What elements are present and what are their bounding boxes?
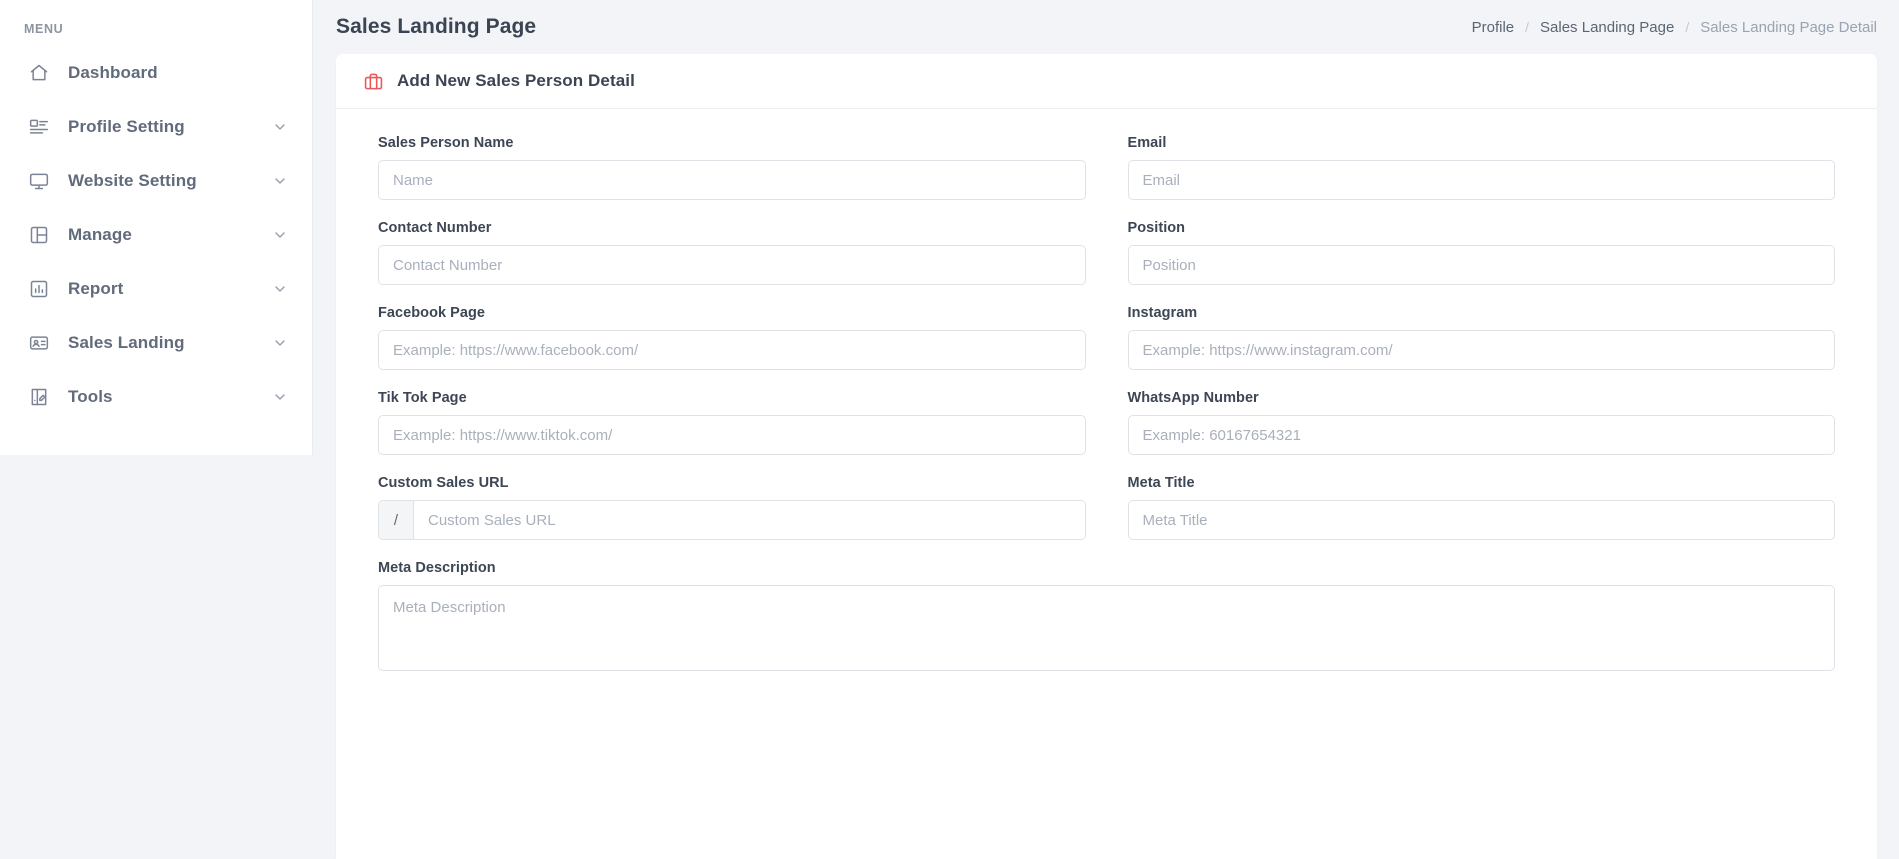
monitor-icon <box>28 170 50 192</box>
sidebar-item-sales-landing[interactable]: Sales Landing <box>0 316 312 370</box>
sidebar-item-manage[interactable]: Manage <box>0 208 312 262</box>
input-meta-description[interactable] <box>378 585 1835 671</box>
sidebar-item-label: Tools <box>68 387 113 406</box>
chevron-down-icon[interactable] <box>272 281 288 297</box>
chevron-down-icon[interactable] <box>272 335 288 351</box>
id-card-icon <box>28 332 50 354</box>
bar-chart-icon <box>28 278 50 300</box>
page-title: Sales Landing Page <box>336 15 537 38</box>
sidebar: MENU Dashboard Profile Setting Website Set… <box>0 0 313 455</box>
field-email: Email <box>1127 135 1835 200</box>
field-position: Position <box>1127 220 1835 285</box>
profile-icon <box>28 116 50 138</box>
label-custom-sales-url: Custom Sales URL <box>378 475 509 491</box>
input-facebook-page[interactable] <box>378 330 1086 370</box>
book-tools-icon <box>28 386 50 408</box>
breadcrumb-separator: / <box>1685 19 1690 35</box>
input-custom-sales-url[interactable] <box>414 501 1085 539</box>
input-tik-tok-page[interactable] <box>378 415 1086 455</box>
card-title: Add New Sales Person Detail <box>397 71 635 90</box>
app-root: MENU Dashboard Profile Setting Website Set… <box>0 0 1899 859</box>
input-whatsapp-number[interactable] <box>1127 415 1835 455</box>
chevron-down-icon[interactable] <box>272 389 288 405</box>
sidebar-item-profile-setting[interactable]: Profile Setting <box>0 100 312 154</box>
chevron-down-icon[interactable] <box>272 119 288 135</box>
input-prefix-custom-sales-url: / <box>379 501 414 539</box>
topbar: Sales Landing Page Profile / Sales Landing… <box>313 0 1899 54</box>
label-email: Email <box>1127 135 1167 151</box>
briefcase-icon <box>364 72 383 91</box>
label-sales-person-name: Sales Person Name <box>378 135 514 151</box>
sidebar-menu-heading: MENU <box>24 22 64 36</box>
label-whatsapp-number: WhatsApp Number <box>1127 390 1259 406</box>
input-group-custom-sales-url: / <box>378 500 1086 540</box>
input-position[interactable] <box>1127 245 1835 285</box>
add-sales-person-card: Add New Sales Person Detail Sales Person… <box>336 54 1877 859</box>
field-facebook-page: Facebook Page <box>378 305 1086 370</box>
chevron-down-icon[interactable] <box>272 173 288 189</box>
sidebar-item-label: Manage <box>68 225 132 244</box>
label-contact-number: Contact Number <box>378 220 492 236</box>
sidebar-item-tools[interactable]: Tools <box>0 370 312 424</box>
sales-person-form: Sales Person Name Email Contact Number Posi… <box>378 135 1835 696</box>
breadcrumb-item[interactable]: Profile <box>1472 19 1515 36</box>
card-body: Sales Person Name Email Contact Number Posi… <box>336 109 1877 696</box>
card-header: Add New Sales Person Detail <box>336 54 1877 109</box>
field-meta-title: Meta Title <box>1127 475 1835 540</box>
input-instagram[interactable] <box>1127 330 1835 370</box>
label-facebook-page: Facebook Page <box>378 305 486 321</box>
sidebar-nav: Dashboard Profile Setting Website Setting M… <box>0 46 312 424</box>
sidebar-item-label: Website Setting <box>68 171 197 190</box>
input-sales-person-name[interactable] <box>378 160 1086 200</box>
input-contact-number[interactable] <box>378 245 1086 285</box>
field-custom-sales-url: Custom Sales URL / <box>378 475 1086 540</box>
field-instagram: Instagram <box>1127 305 1835 370</box>
layout-icon <box>28 224 50 246</box>
label-meta-title: Meta Title <box>1127 475 1195 491</box>
breadcrumb-item: Sales Landing Page Detail <box>1700 18 1877 36</box>
home-icon <box>28 62 50 84</box>
label-position: Position <box>1127 220 1186 236</box>
input-meta-title[interactable] <box>1127 500 1835 540</box>
field-sales-person-name: Sales Person Name <box>378 135 1086 200</box>
sidebar-item-dashboard[interactable]: Dashboard <box>0 46 312 100</box>
breadcrumb-separator: / <box>1525 19 1530 35</box>
field-meta-description: Meta Description <box>378 560 1835 676</box>
sidebar-item-label: Dashboard <box>68 63 158 82</box>
sidebar-item-label: Profile Setting <box>68 117 185 136</box>
field-tik-tok-page: Tik Tok Page <box>378 390 1086 455</box>
sidebar-item-label: Sales Landing <box>68 333 185 352</box>
input-email[interactable] <box>1127 160 1835 200</box>
breadcrumb: Profile / Sales Landing Page / Sales Landing… <box>1472 19 1877 36</box>
chevron-down-icon[interactable] <box>272 227 288 243</box>
label-tik-tok-page: Tik Tok Page <box>378 390 467 406</box>
main-content: Sales Landing Page Profile / Sales Landing… <box>313 0 1899 859</box>
label-meta-description: Meta Description <box>378 560 496 576</box>
label-instagram: Instagram <box>1127 305 1198 321</box>
sidebar-item-label: Report <box>68 279 124 298</box>
sidebar-item-website-setting[interactable]: Website Setting <box>0 154 312 208</box>
field-contact-number: Contact Number <box>378 220 1086 285</box>
field-whatsapp-number: WhatsApp Number <box>1127 390 1835 455</box>
sidebar-item-report[interactable]: Report <box>0 262 312 316</box>
breadcrumb-item[interactable]: Sales Landing Page <box>1540 19 1674 36</box>
